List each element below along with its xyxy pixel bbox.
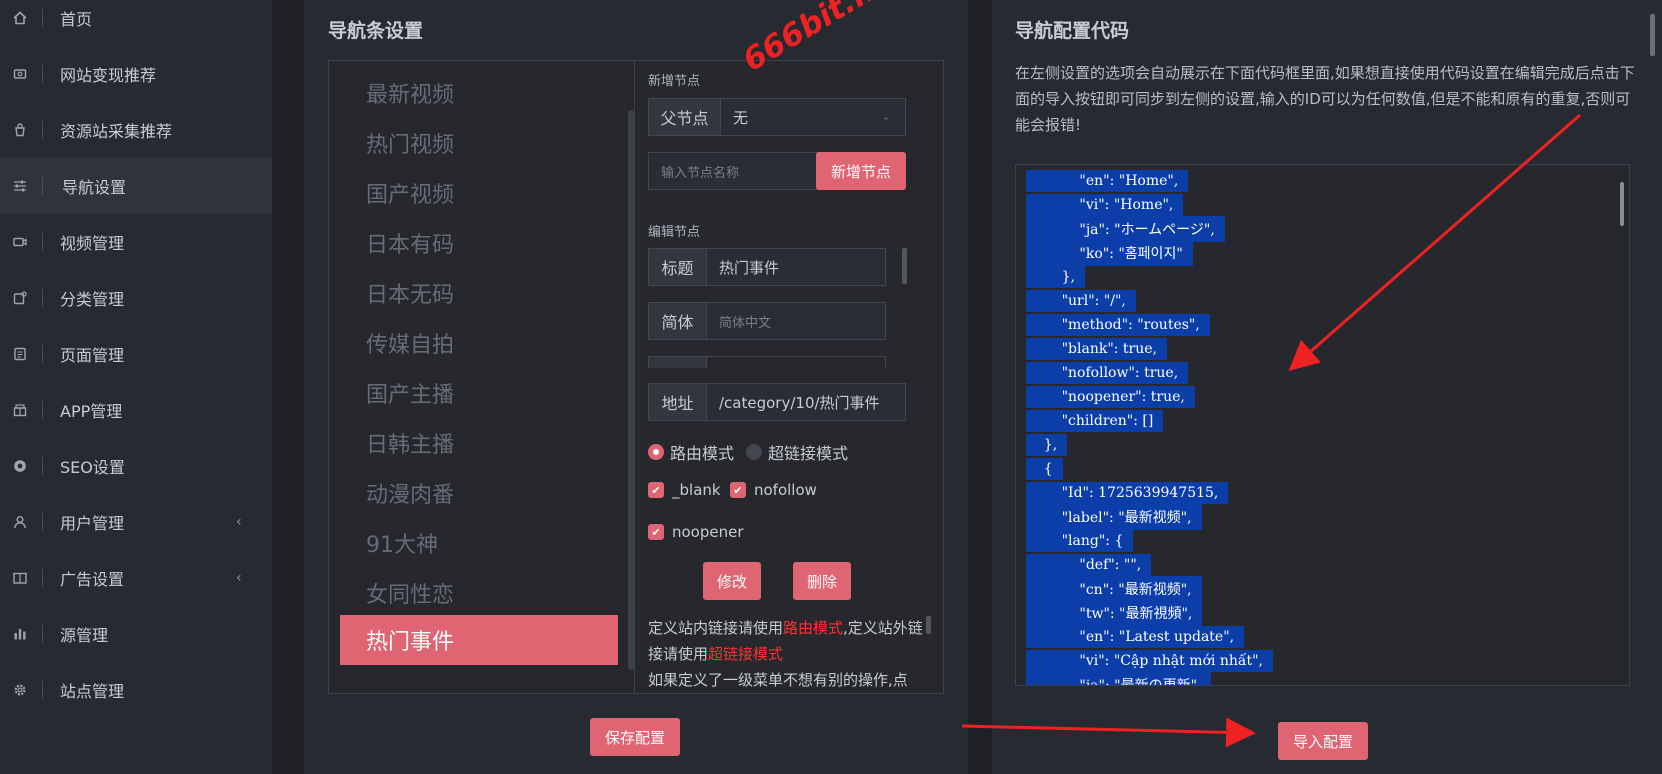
arrow-to-code: [1288, 113, 1581, 371]
arrow-to-import: [961, 717, 1256, 748]
annotation-arrows: [961, 113, 1581, 748]
